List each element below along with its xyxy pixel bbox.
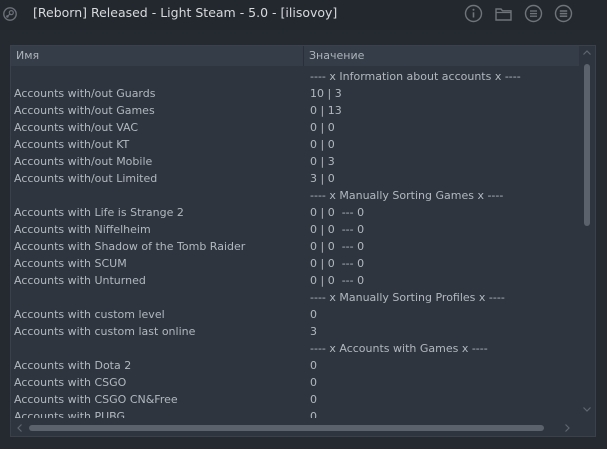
table-header: Имя Значение <box>11 46 579 66</box>
table-row[interactable]: Accounts with Life is Strange 2 0 | 0 ---… <box>11 204 579 221</box>
table-row[interactable]: Accounts with/out KT 0 | 0 <box>11 136 579 153</box>
scroll-down-arrow-icon[interactable] <box>582 404 592 414</box>
table-row[interactable]: Accounts with/out VAC 0 | 0 <box>11 119 579 136</box>
title-bar[interactable]: [Reborn] Released - Light Steam - 5.0 - … <box>0 0 607 30</box>
row-value: 0 <box>310 376 317 389</box>
row-name: Accounts with SCUM <box>14 257 127 270</box>
row-name: Accounts with/out Games <box>14 104 155 117</box>
vertical-scroll-thumb[interactable] <box>584 64 590 226</box>
table-section-row[interactable]: ---- x Manually Sorting Games x ---- <box>11 187 579 204</box>
row-name: Accounts with/out Limited <box>14 172 158 185</box>
row-name: Accounts with PUBG <box>14 410 126 418</box>
row-name: Accounts with Niffelheim <box>14 223 151 236</box>
table-row[interactable]: Accounts with PUBG 0 <box>11 408 579 418</box>
row-name: Accounts with Unturned <box>14 274 146 287</box>
row-name: Accounts with/out VAC <box>14 121 139 134</box>
column-header-value[interactable]: Значение <box>309 48 364 64</box>
row-value: 0 <box>310 308 317 321</box>
section-title: ---- x Information about accounts x ---- <box>310 70 521 83</box>
row-value: 3 <box>310 325 317 338</box>
folder-icon <box>495 8 512 21</box>
vertical-scrollbar[interactable] <box>579 46 595 420</box>
info-icon <box>464 4 483 23</box>
horizontal-scrollbar[interactable] <box>11 420 579 436</box>
row-value: 0 | 0 --- 0 <box>310 257 365 270</box>
row-name: Accounts with custom last online <box>14 325 196 338</box>
row-value: 0 | 0 --- 0 <box>310 240 365 253</box>
table-row[interactable]: Accounts with/out Mobile 0 | 3 <box>11 153 579 170</box>
table-row[interactable]: Accounts with/out Limited 3 | 0 <box>11 170 579 187</box>
row-value: 0 <box>310 410 317 418</box>
scroll-left-arrow-icon[interactable] <box>15 423 25 433</box>
section-title: ---- x Manually Sorting Profiles x ---- <box>310 291 505 304</box>
list-button[interactable] <box>524 4 543 23</box>
row-name: Accounts with CSGO <box>14 376 127 389</box>
row-name: Accounts with Shadow of the Tomb Raider <box>14 240 246 253</box>
table-row[interactable]: Accounts with custom level 0 <box>11 306 579 323</box>
title-actions <box>464 4 573 24</box>
app-window: [Reborn] Released - Light Steam - 5.0 - … <box>0 0 607 449</box>
row-value: 10 | 3 <box>310 87 342 100</box>
table-row[interactable]: Accounts with Dota 2 0 <box>11 357 579 374</box>
menu-icon <box>554 4 573 23</box>
row-value: 0 | 13 <box>310 104 342 117</box>
row-value: 0 | 0 <box>310 121 335 134</box>
table-section-row[interactable]: ---- x Manually Sorting Profiles x ---- <box>11 289 579 306</box>
table-section-row[interactable]: ---- x Accounts with Games x ---- <box>11 340 579 357</box>
table-section-row[interactable]: ---- x Information about accounts x ---- <box>11 68 579 85</box>
table-row[interactable]: Accounts with/out Guards 10 | 3 <box>11 85 579 102</box>
table-row[interactable]: Accounts with Niffelheim 0 | 0 --- 0 <box>11 221 579 238</box>
row-name: Accounts with/out Guards <box>14 87 156 100</box>
list-icon <box>524 4 543 23</box>
section-title: ---- x Accounts with Games x ---- <box>310 342 488 355</box>
row-value: 0 | 0 --- 0 <box>310 206 365 219</box>
table-row[interactable]: Accounts with Shadow of the Tomb Raider 0… <box>11 238 579 255</box>
steam-logo-icon <box>3 6 17 21</box>
row-value: 0 | 0 --- 0 <box>310 223 365 236</box>
row-value: 0 | 3 <box>310 155 335 168</box>
row-name: Accounts with custom level <box>14 308 165 321</box>
table-row[interactable]: Accounts with CSGO CN&Free 0 <box>11 391 579 408</box>
table-row[interactable]: Accounts with CSGO 0 <box>11 374 579 391</box>
table-row[interactable]: Accounts with custom last online 3 <box>11 323 579 340</box>
table-body: ---- x Information about accounts x ----… <box>11 68 579 418</box>
scroll-up-arrow-icon[interactable] <box>582 48 592 58</box>
row-value: 0 | 0 --- 0 <box>310 274 365 287</box>
table-row[interactable]: Accounts with/out Games 0 | 13 <box>11 102 579 119</box>
row-value: 0 | 0 <box>310 138 335 151</box>
scroll-right-arrow-icon[interactable] <box>562 423 572 433</box>
row-value: 0 <box>310 359 317 372</box>
column-divider[interactable] <box>303 46 304 66</box>
horizontal-scroll-thumb[interactable] <box>29 425 544 431</box>
section-title: ---- x Manually Sorting Games x ---- <box>310 189 504 202</box>
row-name: Accounts with Dota 2 <box>14 359 132 372</box>
table-row[interactable]: Accounts with Unturned 0 | 0 --- 0 <box>11 272 579 289</box>
row-name: Accounts with/out KT <box>14 138 130 151</box>
menu-button[interactable] <box>554 4 573 23</box>
row-name: Accounts with CSGO CN&Free <box>14 393 178 406</box>
row-value: 3 | 0 <box>310 172 335 185</box>
folder-button[interactable] <box>494 4 513 23</box>
column-header-name[interactable]: Имя <box>16 48 39 64</box>
row-name: Accounts with/out Mobile <box>14 155 153 168</box>
row-name: Accounts with Life is Strange 2 <box>14 206 184 219</box>
accounts-table: Имя Значение ---- x Information about ac… <box>10 45 596 437</box>
window-title: [Reborn] Released - Light Steam - 5.0 - … <box>33 5 338 20</box>
row-value: 0 <box>310 393 317 406</box>
table-row[interactable]: Accounts with SCUM 0 | 0 --- 0 <box>11 255 579 272</box>
info-button[interactable] <box>464 4 483 23</box>
